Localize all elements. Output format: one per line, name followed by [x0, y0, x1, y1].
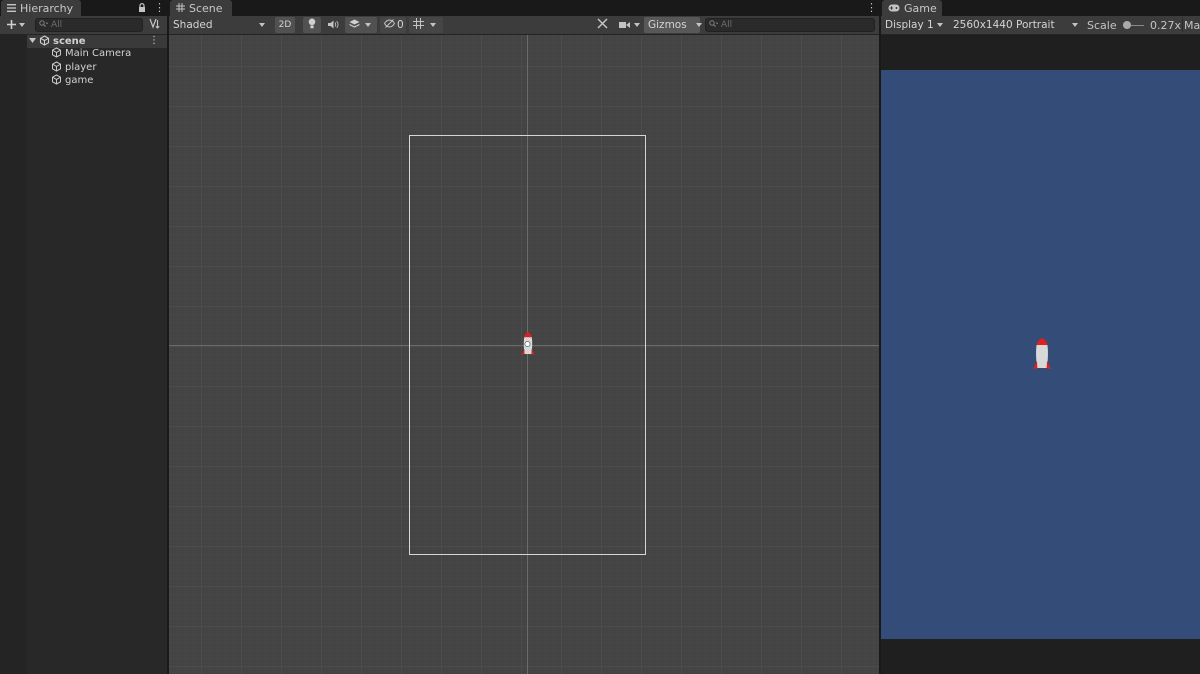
lock-icon[interactable]: [138, 3, 146, 16]
hierarchy-menu-icon[interactable]: ⋮: [154, 2, 165, 14]
gizmos-dropdown[interactable]: Gizmos: [644, 17, 702, 33]
display-label: Display 1: [885, 19, 934, 31]
resolution-dropdown[interactable]: 2560x1440 Portrait: [949, 17, 1082, 33]
hierarchy-item-label: Main Camera: [65, 48, 132, 59]
scene-menu-icon[interactable]: ⋮: [866, 2, 877, 14]
sort-button[interactable]: [148, 17, 162, 33]
rocket-sprite-game: [1029, 338, 1055, 372]
scene-tabbar: Scene ⋮: [169, 0, 879, 16]
grid-snap-icon: [413, 18, 424, 32]
tab-scene-label: Scene: [189, 1, 223, 15]
camera-dropdown[interactable]: [616, 17, 642, 33]
scene-name: scene: [53, 36, 86, 47]
scene-search-placeholder: All: [721, 20, 733, 30]
plus-icon: [7, 19, 16, 32]
display-dropdown[interactable]: Display 1: [881, 17, 947, 33]
chevron-down-icon: [430, 23, 436, 27]
hierarchy-item-label: game: [65, 75, 94, 86]
chevron-down-icon: [633, 23, 640, 27]
scale-label: Scale: [1087, 18, 1117, 32]
hierarchy-toolbar: All: [0, 16, 167, 35]
chevron-down-icon: [19, 23, 25, 27]
shading-mode-dropdown[interactable]: Shaded: [169, 17, 269, 33]
rocket-sprite[interactable]: [520, 332, 536, 358]
pivot-marker: [524, 341, 531, 347]
rocket-fin-right: [1046, 361, 1051, 369]
eye-slash-icon: [383, 19, 396, 31]
scene-panel: Scene ⋮ Shaded 2D 0 Gizmos All: [169, 0, 879, 674]
rocket-tip: [1036, 338, 1048, 345]
scene-toolbar: Shaded 2D 0 Gizmos All: [169, 16, 879, 35]
chevron-down-icon: [695, 23, 702, 27]
chevron-down-icon: [937, 23, 943, 27]
lightbulb-icon: [308, 18, 316, 32]
shading-mode-label: Shaded: [173, 19, 213, 31]
list-icon: [7, 2, 16, 15]
rocket-fin-right: [531, 349, 535, 355]
maximize-label: Ma: [1184, 18, 1200, 32]
rocket-fin-left: [1033, 361, 1038, 369]
maximize-toggle[interactable]: Ma: [1184, 17, 1200, 33]
hierarchy-panel: Hierarchy ⋮ All scene ⋮ Main Camera play…: [0, 0, 167, 674]
layers-icon: [349, 19, 360, 32]
hierarchy-search-input[interactable]: All: [35, 18, 143, 32]
resolution-label: 2560x1440 Portrait: [953, 19, 1055, 31]
game-toolbar: Display 1 2560x1440 Portrait Scale 0.27x…: [881, 16, 1200, 35]
speaker-icon: [327, 19, 339, 32]
hierarchy-search-placeholder: All: [51, 20, 63, 30]
gamepad-icon: [888, 2, 900, 15]
tab-scene[interactable]: Scene: [170, 0, 232, 16]
create-button[interactable]: [4, 17, 28, 33]
chevron-down-icon[interactable]: [29, 36, 36, 47]
lighting-toggle[interactable]: [303, 17, 321, 33]
hierarchy-item-label: player: [65, 62, 97, 73]
hidden-count: 0: [397, 19, 404, 31]
scene-menu-icon[interactable]: ⋮: [149, 35, 159, 46]
gizmos-label: Gizmos: [648, 19, 687, 31]
tab-game[interactable]: Game: [882, 0, 942, 16]
scene-search-input[interactable]: All: [705, 18, 875, 32]
search-icon: [709, 19, 719, 31]
effects-dropdown[interactable]: [345, 17, 377, 33]
tools-button[interactable]: [594, 17, 610, 33]
grid-snap-dropdown[interactable]: [409, 17, 443, 33]
hidden-objects-toggle[interactable]: 0: [380, 17, 406, 33]
game-render-area[interactable]: [881, 35, 1200, 674]
grid-icon: [176, 2, 185, 15]
rocket-body: [1036, 345, 1048, 368]
toolbar-divider: [1182, 18, 1183, 32]
chevron-down-icon: [365, 23, 371, 27]
rocket-tip: [524, 332, 532, 338]
audio-toggle[interactable]: [325, 17, 341, 33]
scene-viewport[interactable]: [169, 35, 879, 674]
mode-2d-label: 2D: [278, 20, 292, 30]
tools-icon: [596, 18, 608, 32]
gameobject-cube-icon: [51, 60, 62, 75]
tab-hierarchy[interactable]: Hierarchy: [1, 0, 81, 16]
search-icon: [39, 19, 49, 31]
hierarchy-gutter: [0, 35, 27, 674]
tab-hierarchy-label: Hierarchy: [20, 1, 74, 15]
mode-2d-toggle[interactable]: 2D: [275, 17, 295, 33]
chevron-down-icon: [259, 23, 265, 27]
gameobject-cube-icon: [51, 73, 62, 88]
game-tabbar: Game: [881, 0, 1200, 16]
scale-value: 0.27x: [1149, 18, 1181, 32]
tab-game-label: Game: [904, 1, 937, 15]
scale-slider[interactable]: Scale 0.27x: [1087, 17, 1181, 33]
game-panel: Game Display 1 2560x1440 Portrait Scale …: [881, 0, 1200, 674]
video-camera-icon: [618, 19, 630, 32]
scale-slider-thumb[interactable]: [1122, 21, 1131, 29]
sort-icon: [149, 18, 161, 32]
rocket-fin-left: [521, 349, 525, 355]
scale-slider-track[interactable]: [1122, 21, 1144, 29]
chevron-down-icon: [1072, 23, 1078, 27]
gameobject-cube-icon: [51, 46, 62, 61]
hierarchy-tabbar: Hierarchy ⋮: [0, 0, 167, 16]
